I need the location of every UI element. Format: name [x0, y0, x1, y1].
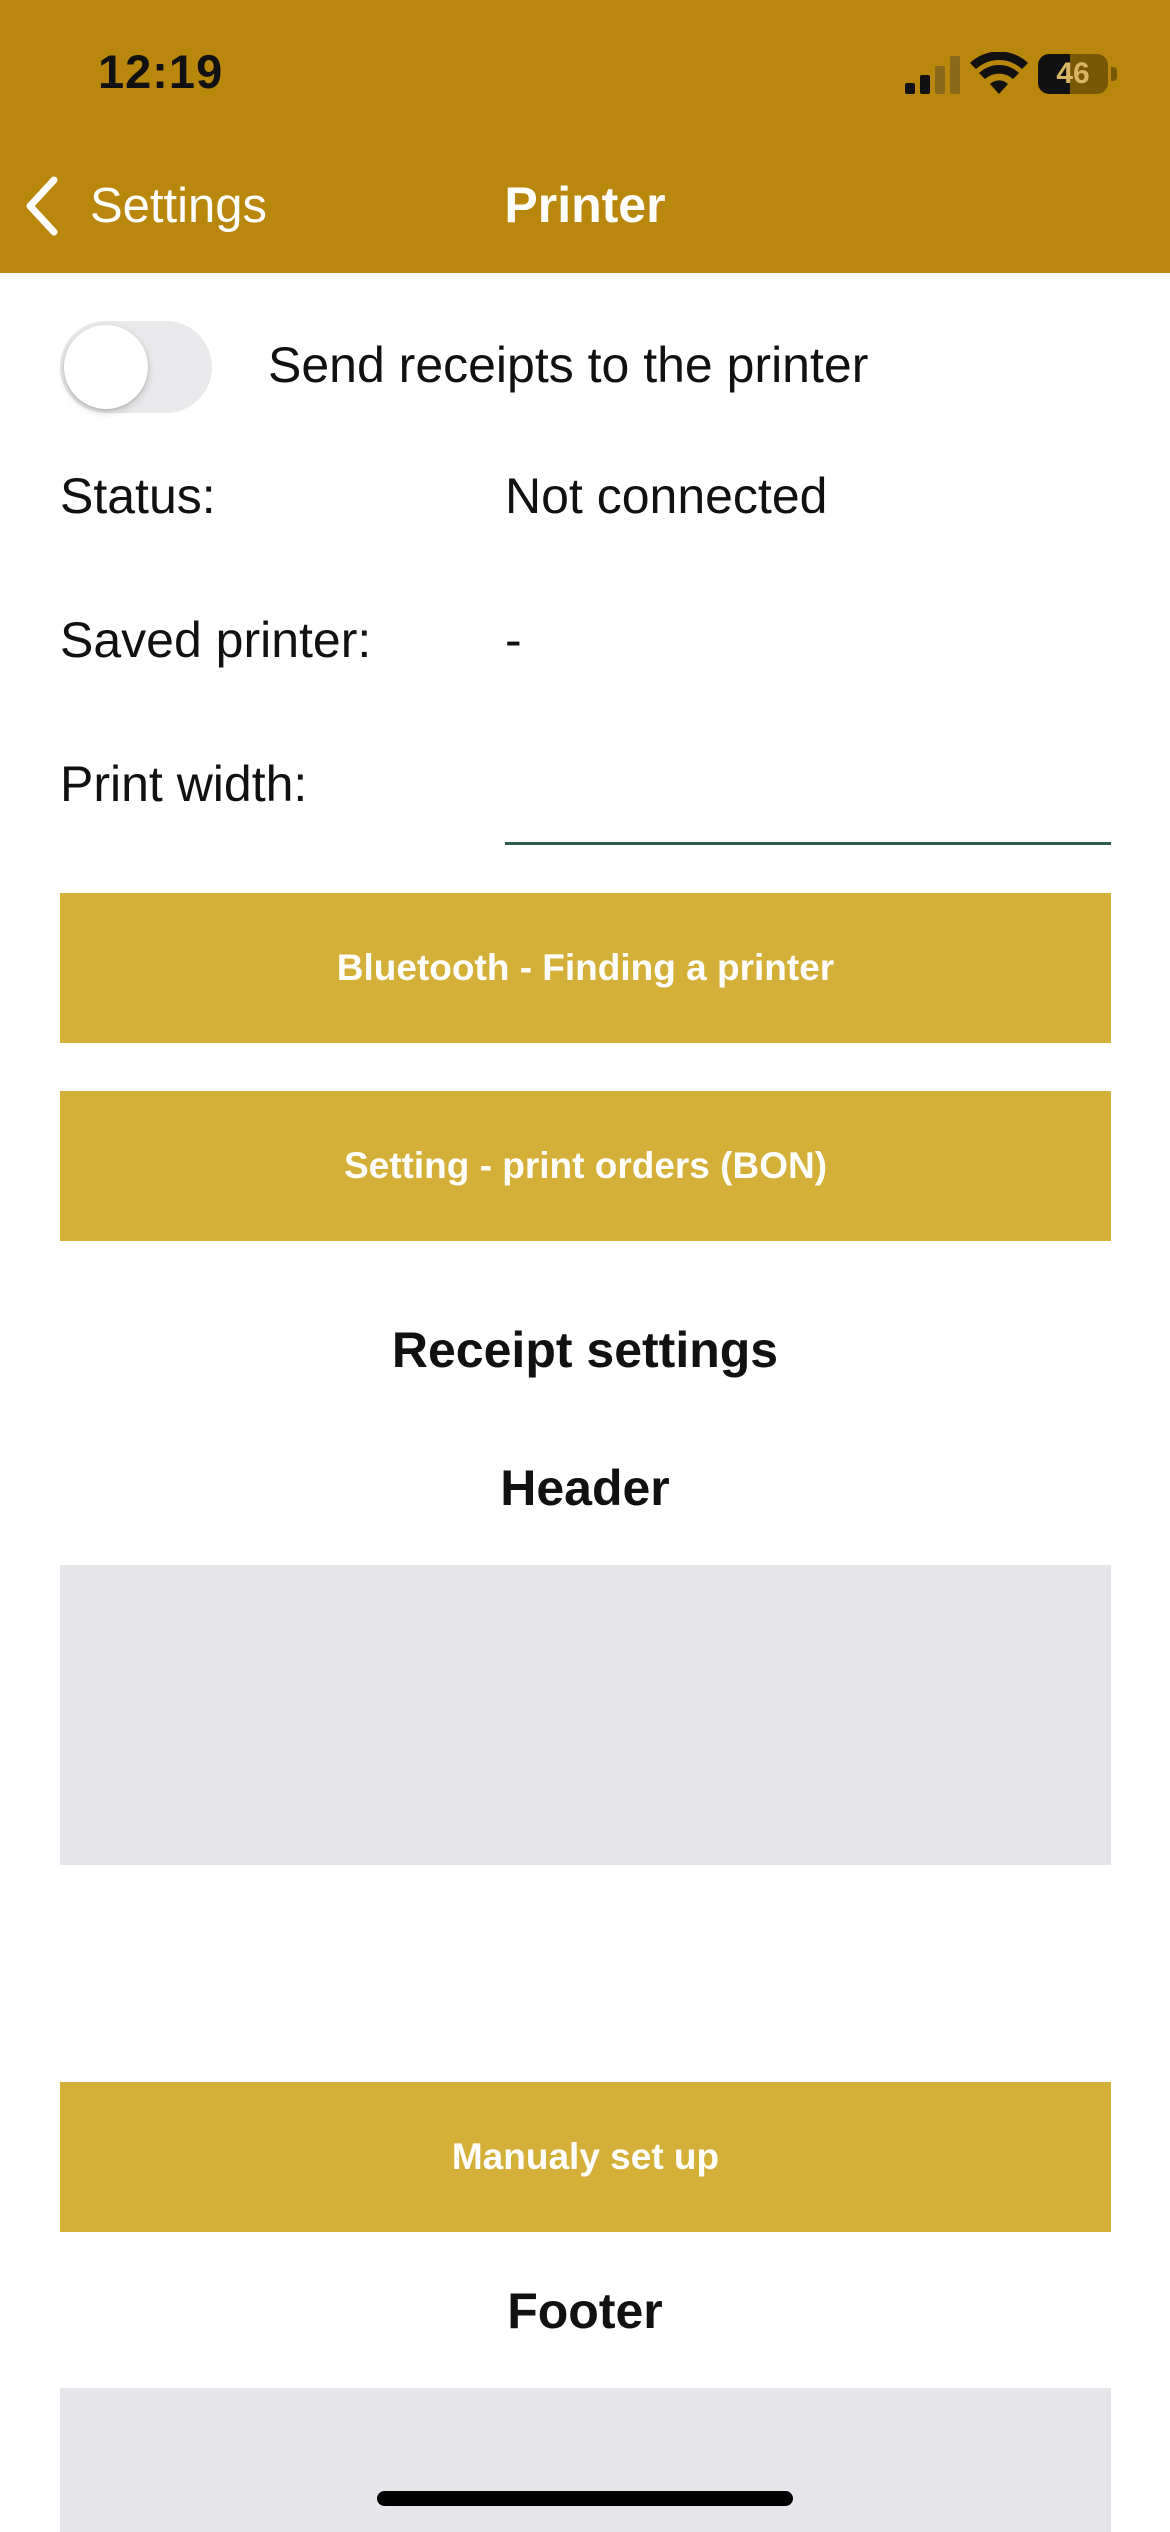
- send-receipts-label: Send receipts to the printer: [268, 337, 869, 393]
- bluetooth-find-printer-button[interactable]: Bluetooth - Finding a printer: [60, 893, 1111, 1043]
- battery-cap: [1111, 67, 1117, 81]
- print-width-input[interactable]: [505, 760, 1111, 845]
- toggle-knob: [64, 325, 148, 409]
- battery-icon: 46: [1038, 54, 1118, 94]
- status-time: 12:19: [98, 45, 224, 98]
- status-label: Status:: [60, 468, 216, 524]
- page-title: Printer: [504, 177, 666, 233]
- status-value: Not connected: [505, 468, 828, 524]
- saved-printer-label: Saved printer:: [60, 612, 372, 668]
- saved-printer-value: -: [505, 612, 522, 668]
- battery-level: 46: [1056, 57, 1090, 90]
- battery-body: 46: [1038, 54, 1108, 94]
- send-receipts-toggle[interactable]: [60, 321, 212, 413]
- footer-title: Footer: [507, 2283, 663, 2339]
- wifi-icon: [970, 52, 1028, 94]
- print-width-label: Print width:: [60, 756, 308, 812]
- navigation-bar: 12:19 46 Settings Printer: [0, 0, 1170, 273]
- header-title: Header: [500, 1460, 670, 1516]
- footer-textarea[interactable]: [60, 2388, 1111, 2532]
- cellular-signal-icon: [905, 56, 960, 94]
- home-indicator: [377, 2491, 793, 2506]
- header-textarea[interactable]: [60, 1565, 1111, 1865]
- receipt-settings-title: Receipt settings: [391, 1322, 779, 1378]
- manual-setup-button[interactable]: Manualy set up: [60, 2082, 1111, 2232]
- print-orders-settings-button[interactable]: Setting - print orders (BON): [60, 1091, 1111, 1241]
